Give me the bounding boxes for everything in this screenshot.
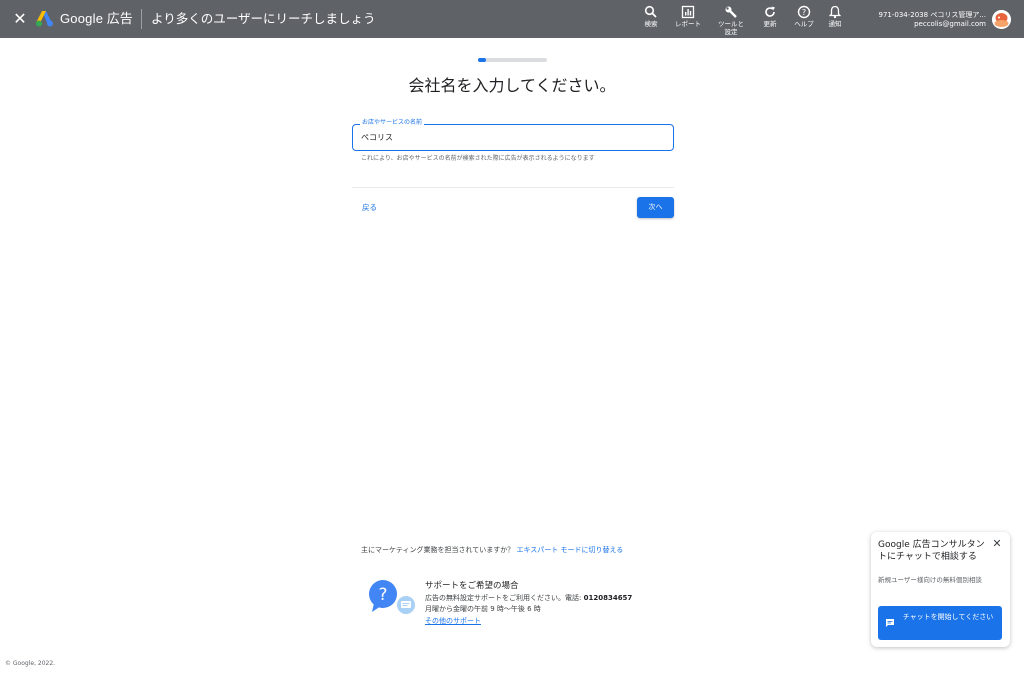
svg-text:?: ? (802, 8, 806, 17)
close-icon[interactable]: ✕ (12, 10, 28, 28)
next-button[interactable]: 次へ (637, 197, 674, 218)
google-ads-logo (36, 11, 53, 27)
chat-icon (886, 619, 894, 627)
support-hours: 月曜から金曜の午前 9 時〜午後 6 時 (425, 605, 541, 613)
refresh-icon (765, 6, 775, 17)
brand-name: Google 広告 (60, 11, 133, 27)
support-phone: 0120834657 (583, 594, 633, 602)
account-email: peccolis@gmail.com (914, 20, 986, 28)
tool-report[interactable]: レポート (670, 5, 706, 28)
help-icon: ? (797, 5, 811, 19)
expert-mode-line: 主にマーケティング業務を担当されていますか？ エキスパート モードに切り替える (361, 546, 623, 555)
bell-icon (828, 5, 842, 19)
back-button[interactable]: 戻る (362, 203, 377, 213)
business-name-input[interactable] (361, 132, 661, 144)
account-info[interactable]: 971-034-2038 ペコリス管理ア... peccolis@gmail.c… (879, 11, 987, 29)
field-label: お店やサービスの名前 (360, 119, 425, 127)
support-description: 広告の無料設定サポートをご利用ください。電話: (425, 594, 584, 602)
support-title: サポートをご希望の場合 (425, 581, 519, 591)
expert-mode-link[interactable]: エキスパート モードに切り替える (516, 546, 623, 554)
avatar[interactable] (992, 10, 1011, 29)
tool-search-label: 検索 (644, 20, 658, 28)
avatar-image (992, 10, 1011, 29)
svg-text:?: ? (378, 585, 387, 605)
page-title: より多くのユーザーにリーチしましょう (151, 11, 376, 26)
divider (352, 187, 674, 188)
report-icon (681, 5, 695, 19)
tool-report-label: レポート (675, 20, 701, 28)
brand-product: 広告 (106, 11, 133, 26)
header-divider (141, 9, 142, 29)
tool-refresh[interactable]: 更新 (752, 5, 788, 28)
support-chat-icon: ? (369, 580, 415, 614)
tool-settings-label: ツールと 設定 (718, 20, 744, 36)
tool-notifications-label: 通知 (828, 20, 842, 28)
tool-notifications[interactable]: 通知 (817, 5, 853, 28)
support-text: 広告の無料設定サポートをご利用ください。電話: 0120834657 (425, 594, 632, 603)
expert-question: 主にマーケティング業務を担当されていますか？ (361, 546, 515, 554)
page-heading: 会社名を入力してください。 (408, 76, 616, 95)
tool-refresh-label: 更新 (763, 20, 777, 28)
chat-consultant-card: Google 広告コンサルタントにチャットで相談する ✕ 新規ユーザー様向けの無… (871, 532, 1010, 647)
start-chat-label: チャットを開始してください (902, 613, 994, 621)
chat-description: 新規ユーザー様向けの無料個別相談 (878, 576, 982, 584)
field-helper-text: これにより、お店やサービスの名前が検索された際に広告が表示されるようになります (361, 155, 595, 162)
progress-fill (478, 58, 487, 62)
tool-search[interactable]: 検索 (633, 5, 669, 28)
wrench-icon (725, 6, 737, 18)
tool-settings[interactable]: ツールと 設定 (713, 5, 749, 36)
business-name-field[interactable]: お店やサービスの名前 (352, 119, 674, 151)
top-bar: ✕ Google 広告 より多くのユーザーにリーチしましょう 検索 レポート ツ… (0, 0, 1024, 38)
search-icon (644, 5, 657, 18)
brand-google: Google (60, 11, 104, 26)
copyright: © Google, 2022. (5, 660, 56, 667)
start-chat-button[interactable]: チャットを開始してください (878, 606, 1002, 640)
other-support-link[interactable]: その他のサポート (425, 617, 481, 626)
progress-bar (478, 58, 547, 62)
chat-title: Google 広告コンサルタントにチャットで相談する (878, 540, 985, 562)
close-icon[interactable]: ✕ (991, 538, 1003, 550)
account-name: 971-034-2038 ペコリス管理ア... (878, 11, 987, 19)
